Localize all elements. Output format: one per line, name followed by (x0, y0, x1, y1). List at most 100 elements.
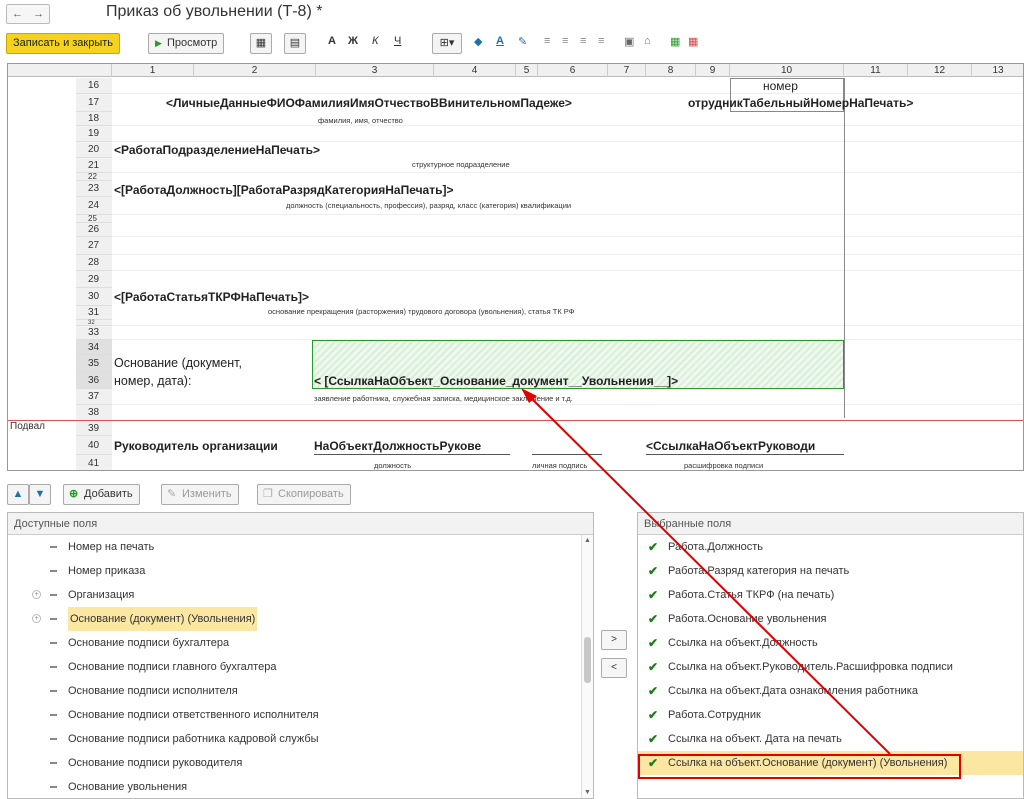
available-field-item[interactable]: Основание подписи главного бухгалтера (8, 655, 593, 679)
available-field-item[interactable]: Основание подписи исполнителя (8, 679, 593, 703)
available-field-item[interactable]: Основание подписи бухгалтера (8, 631, 593, 655)
fill-color-icon[interactable]: ◆ (474, 35, 482, 48)
row-header[interactable]: 36 (76, 372, 112, 389)
chosen-field-item[interactable]: ✔ Работа.Должность (638, 535, 1023, 559)
row-header[interactable]: 40 (76, 436, 112, 455)
row-header[interactable]: 35 (76, 355, 112, 372)
row-header[interactable]: 21 (76, 158, 112, 173)
checkbox-checked-icon[interactable]: ✔ (648, 733, 660, 745)
col-header[interactable]: 4 (434, 64, 516, 77)
delete-cells-icon[interactable]: ▦ (688, 35, 698, 48)
available-field-item[interactable]: + Организация (8, 583, 593, 607)
available-field-item[interactable]: + Основание (документ) (Увольнения) (8, 607, 593, 631)
italic-button[interactable]: К (372, 35, 378, 47)
available-field-item[interactable]: Основание увольнения (8, 775, 593, 798)
available-field-item[interactable]: Номер приказа (8, 559, 593, 583)
article-field[interactable]: <[РаботаСтатьяТКРФНаПечать]> (114, 290, 309, 304)
available-field-item[interactable]: Основание подписи ответственного исполни… (8, 703, 593, 727)
chosen-field-item[interactable]: ✔ Работа.Статья ТКРФ (на печать) (638, 583, 1023, 607)
row-header[interactable]: 39 (76, 421, 112, 436)
row-header[interactable]: 28 (76, 255, 112, 271)
chosen-field-item[interactable]: ✔ Ссылка на объект.Руководитель.Расшифров… (638, 655, 1023, 679)
department-field[interactable]: <РаботаПодразделениеНаПечать> (114, 143, 320, 157)
available-scrollbar[interactable]: ▲ ▼ (581, 535, 593, 798)
row-header[interactable]: 16 (76, 78, 112, 94)
save-close-button[interactable]: Записать и закрыть (6, 33, 121, 54)
checkbox-checked-icon[interactable]: ✔ (648, 685, 660, 697)
head-sign-field[interactable]: <СсылкаНаОбъектРуководи (646, 439, 844, 453)
edit-button[interactable]: ✎ Изменить (161, 484, 239, 505)
row-header[interactable]: 38 (76, 405, 112, 421)
row-header[interactable]: 34 (76, 340, 112, 355)
scroll-down-icon[interactable]: ▼ (584, 789, 591, 796)
bold-button[interactable]: А (328, 35, 336, 47)
col-header[interactable]: 6 (538, 64, 608, 77)
col-header[interactable]: 11 (844, 64, 908, 77)
row-header[interactable]: 41 (76, 455, 112, 470)
tab-number-field[interactable]: отрудникТабельныйНомерНаПечать> (688, 96, 913, 110)
row-header[interactable]: 19 (76, 126, 112, 142)
expand-icon[interactable]: + (32, 614, 41, 623)
align-right-icon[interactable]: ≡ (580, 35, 586, 47)
row-header[interactable]: 17 (76, 94, 112, 112)
forward-arrow-icon[interactable]: → (33, 8, 44, 20)
col-header[interactable]: 12 (908, 64, 972, 77)
row-header[interactable]: 37 (76, 389, 112, 405)
back-arrow-icon[interactable]: ← (12, 8, 23, 20)
row-header[interactable]: 26 (76, 223, 112, 237)
chosen-field-item[interactable]: ✔ Ссылка на объект.Дата ознакомления рабо… (638, 679, 1023, 703)
merge-icon[interactable]: ▣ (624, 35, 634, 48)
align-justify-icon[interactable]: ≡ (598, 35, 604, 47)
copy-button[interactable]: ❐ Скопировать (257, 484, 351, 505)
col-header[interactable]: 1 (112, 64, 194, 77)
chosen-field-item[interactable]: ✔ Работа.Сотрудник (638, 703, 1023, 727)
row-header[interactable]: 27 (76, 237, 112, 255)
row-header[interactable]: 25 (76, 215, 112, 223)
row-header[interactable]: 22 (76, 173, 112, 181)
row-header[interactable]: 33 (76, 326, 112, 340)
row-header[interactable]: 18 (76, 112, 112, 126)
row-header[interactable]: 30 (76, 288, 112, 306)
available-field-item[interactable]: Основание подписи работника кадровой слу… (8, 727, 593, 751)
bold-k-button[interactable]: Ж (348, 35, 358, 47)
checkbox-checked-icon[interactable]: ✔ (648, 613, 660, 625)
table-icon[interactable]: ▤ (284, 33, 306, 54)
borders-icon[interactable]: ⊞▾ (432, 33, 462, 54)
align-center-icon[interactable]: ≡ (562, 35, 568, 47)
col-header[interactable]: 7 (608, 64, 646, 77)
move-down-icon[interactable]: ▼ (29, 484, 51, 505)
underline-button[interactable]: Ч (394, 35, 401, 47)
row-header[interactable]: 31 (76, 306, 112, 320)
picture-icon[interactable]: ⌂ (644, 35, 651, 47)
col-header[interactable]: 8 (646, 64, 696, 77)
col-header[interactable]: 5 (516, 64, 538, 77)
available-field-item[interactable]: Номер на печать (8, 535, 593, 559)
scroll-thumb[interactable] (584, 637, 591, 683)
chosen-field-item[interactable]: ✔ Работа.Разряд категория на печать (638, 559, 1023, 583)
col-header[interactable]: 9 (696, 64, 730, 77)
move-right-button[interactable]: > (601, 630, 627, 650)
chosen-field-item[interactable]: ✔ Ссылка на объект. Дата на печать (638, 727, 1023, 751)
row-header[interactable]: 23 (76, 181, 112, 197)
fio-field[interactable]: <ЛичныеДанныеФИОФамилияИмяОтчествоВВинит… (166, 96, 572, 110)
text-color-icon[interactable]: A (496, 35, 504, 47)
col-header[interactable]: 2 (194, 64, 316, 77)
grid-icon[interactable]: ▦ (250, 33, 272, 54)
pen-icon[interactable]: ✎ (518, 35, 527, 48)
checkbox-checked-icon[interactable]: ✔ (648, 661, 660, 673)
scroll-up-icon[interactable]: ▲ (584, 537, 591, 544)
chosen-field-item[interactable]: ✔ Работа.Основание увольнения (638, 607, 1023, 631)
checkbox-checked-icon[interactable]: ✔ (648, 541, 660, 553)
expand-icon[interactable]: + (32, 590, 41, 599)
row-header[interactable]: 24 (76, 197, 112, 215)
position-field[interactable]: <[РаботаДолжность][РаботаРазрядКатегория… (114, 183, 453, 197)
checkbox-checked-icon[interactable]: ✔ (648, 565, 660, 577)
basis-document-field[interactable]: < [СсылкаНаОбъект_Основание_документ__Ув… (314, 374, 678, 388)
col-header[interactable]: 13 (972, 64, 1023, 77)
move-left-button[interactable]: < (601, 658, 627, 678)
checkbox-checked-icon[interactable]: ✔ (648, 709, 660, 721)
preview-button[interactable]: ▶ Просмотр (148, 33, 225, 54)
checkbox-checked-icon[interactable]: ✔ (648, 637, 660, 649)
move-up-icon[interactable]: ▲ (7, 484, 29, 505)
col-header[interactable]: 10 (730, 64, 844, 77)
